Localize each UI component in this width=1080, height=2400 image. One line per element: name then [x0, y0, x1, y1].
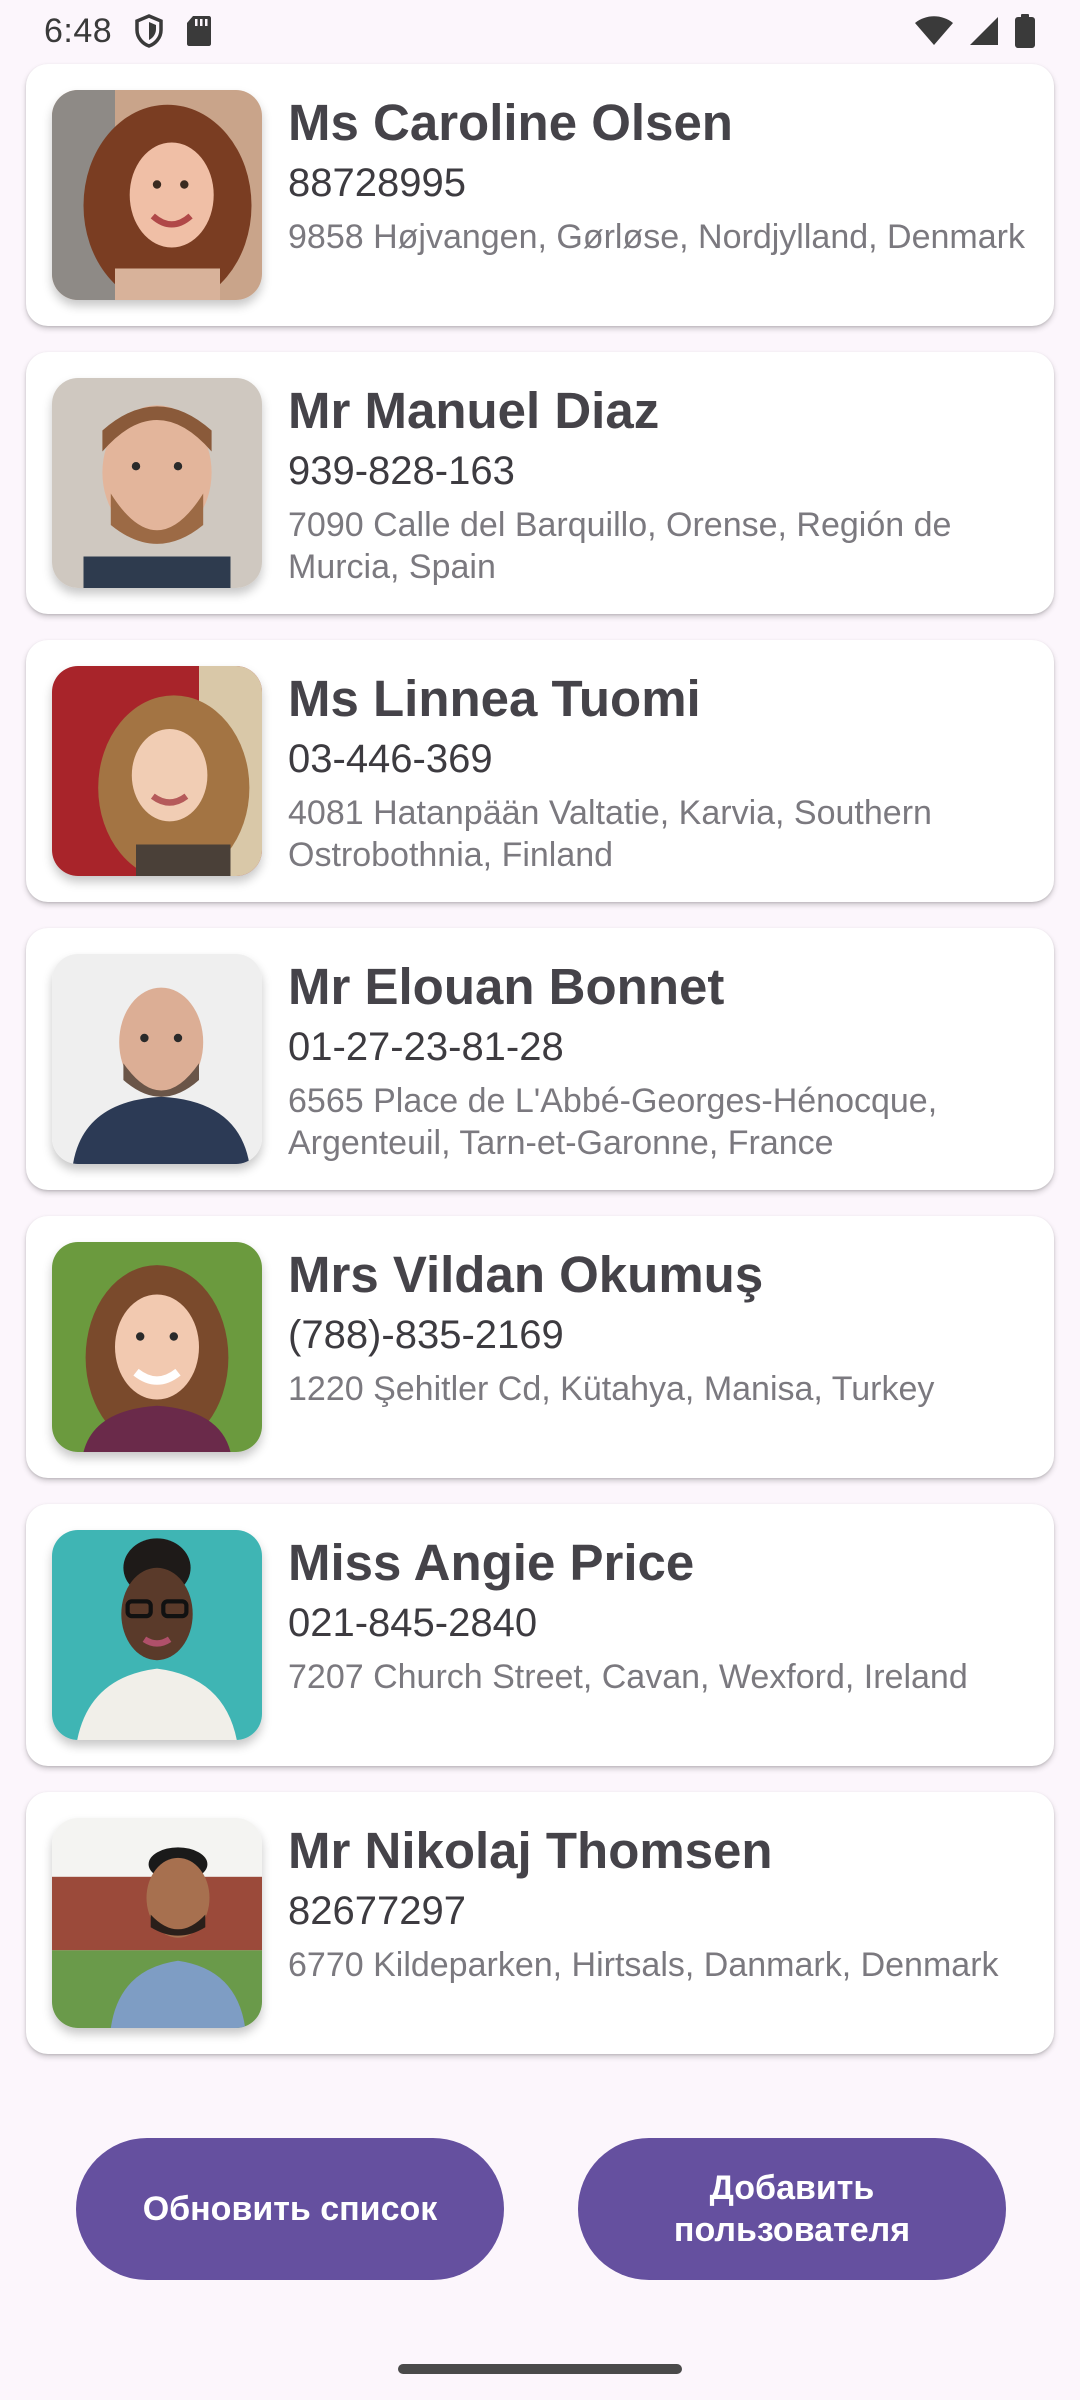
- avatar: [52, 90, 262, 300]
- contact-phone: 82677297: [288, 1889, 466, 1933]
- avatar: [52, 954, 262, 1164]
- contact-name: Ms Linnea Tuomi: [288, 670, 701, 727]
- contact-info: Ms Linnea Tuomi 03-446-369 4081 Hatanpää…: [288, 668, 1046, 876]
- contact-name: Mr Elouan Bonnet: [288, 958, 725, 1015]
- contact-card[interactable]: Mr Manuel Diaz 939-828-163 7090 Calle de…: [26, 352, 1054, 614]
- contact-address: 9858 Højvangen, Gørløse, Nordjylland, De…: [288, 218, 1025, 256]
- contact-phone: 939-828-163: [288, 449, 515, 493]
- contact-info: Mr Manuel Diaz 939-828-163 7090 Calle de…: [288, 380, 1046, 588]
- contact-phone: 021-845-2840: [288, 1601, 538, 1645]
- contact-address: 6770 Kildeparken, Hirtsals, Danmark, Den…: [288, 1946, 999, 1984]
- contact-info: Mr Nikolaj Thomsen 82677297 6770 Kildepa…: [288, 1820, 1046, 1986]
- sd-card-icon: [186, 15, 212, 47]
- contact-address: 4081 Hatanpään Valtatie, Karvia, Souther…: [288, 794, 932, 874]
- home-indicator[interactable]: [398, 2364, 682, 2374]
- contact-card[interactable]: Mr Elouan Bonnet 01-27-23-81-28 6565 Pla…: [26, 928, 1054, 1190]
- shield-icon: [134, 14, 164, 48]
- battery-icon: [1014, 14, 1036, 48]
- contact-address: 7090 Calle del Barquillo, Orense, Región…: [288, 506, 952, 586]
- avatar: [52, 1530, 262, 1740]
- contact-address: 1220 Şehitler Cd, Kütahya, Manisa, Turke…: [288, 1370, 935, 1408]
- avatar: [52, 666, 262, 876]
- contact-card[interactable]: Ms Linnea Tuomi 03-446-369 4081 Hatanpää…: [26, 640, 1054, 902]
- contact-name: Mr Nikolaj Thomsen: [288, 1822, 773, 1879]
- contact-card[interactable]: Miss Angie Price 021-845-2840 7207 Churc…: [26, 1504, 1054, 1766]
- contact-info: Mr Elouan Bonnet 01-27-23-81-28 6565 Pla…: [288, 956, 1046, 1164]
- avatar: [52, 1818, 262, 2028]
- contact-phone: 01-27-23-81-28: [288, 1025, 564, 1069]
- contacts-screen: 6:48 Ms Caroline Olsen 88728995 9858 Høj…: [0, 0, 1080, 2400]
- contact-phone: 03-446-369: [288, 737, 493, 781]
- status-left-group: 6:48: [44, 12, 212, 51]
- contact-address: 7207 Church Street, Cavan, Wexford, Irel…: [288, 1658, 968, 1696]
- status-bar: 6:48: [0, 0, 1080, 62]
- status-time: 6:48: [44, 11, 113, 50]
- contact-name: Mrs Vildan Okumuş: [288, 1246, 764, 1303]
- contact-name: Mr Manuel Diaz: [288, 382, 660, 439]
- refresh-list-button[interactable]: Обновить список: [76, 2138, 504, 2280]
- contact-name: Miss Angie Price: [288, 1534, 695, 1591]
- avatar: [52, 1242, 262, 1452]
- contact-card[interactable]: Mr Nikolaj Thomsen 82677297 6770 Kildepa…: [26, 1792, 1054, 2054]
- contact-info: Mrs Vildan Okumuş (788)-835-2169 1220 Şe…: [288, 1244, 1046, 1410]
- cellular-signal-icon: [968, 15, 1000, 47]
- contact-card[interactable]: Ms Caroline Olsen 88728995 9858 Højvange…: [26, 64, 1054, 326]
- avatar: [52, 378, 262, 588]
- wifi-icon: [914, 15, 954, 47]
- contact-name: Ms Caroline Olsen: [288, 94, 733, 151]
- contact-address: 6565 Place de L'Abbé-Georges-Hénocque, A…: [288, 1082, 938, 1162]
- contact-info: Ms Caroline Olsen 88728995 9858 Højvange…: [288, 92, 1046, 258]
- contact-info: Miss Angie Price 021-845-2840 7207 Churc…: [288, 1532, 1046, 1698]
- contact-card[interactable]: Mrs Vildan Okumuş (788)-835-2169 1220 Şe…: [26, 1216, 1054, 1478]
- contact-phone: 88728995: [288, 161, 466, 205]
- status-right-group: [914, 14, 1036, 48]
- add-user-button[interactable]: Добавить пользователя: [578, 2138, 1006, 2280]
- contact-phone: (788)-835-2169: [288, 1313, 564, 1357]
